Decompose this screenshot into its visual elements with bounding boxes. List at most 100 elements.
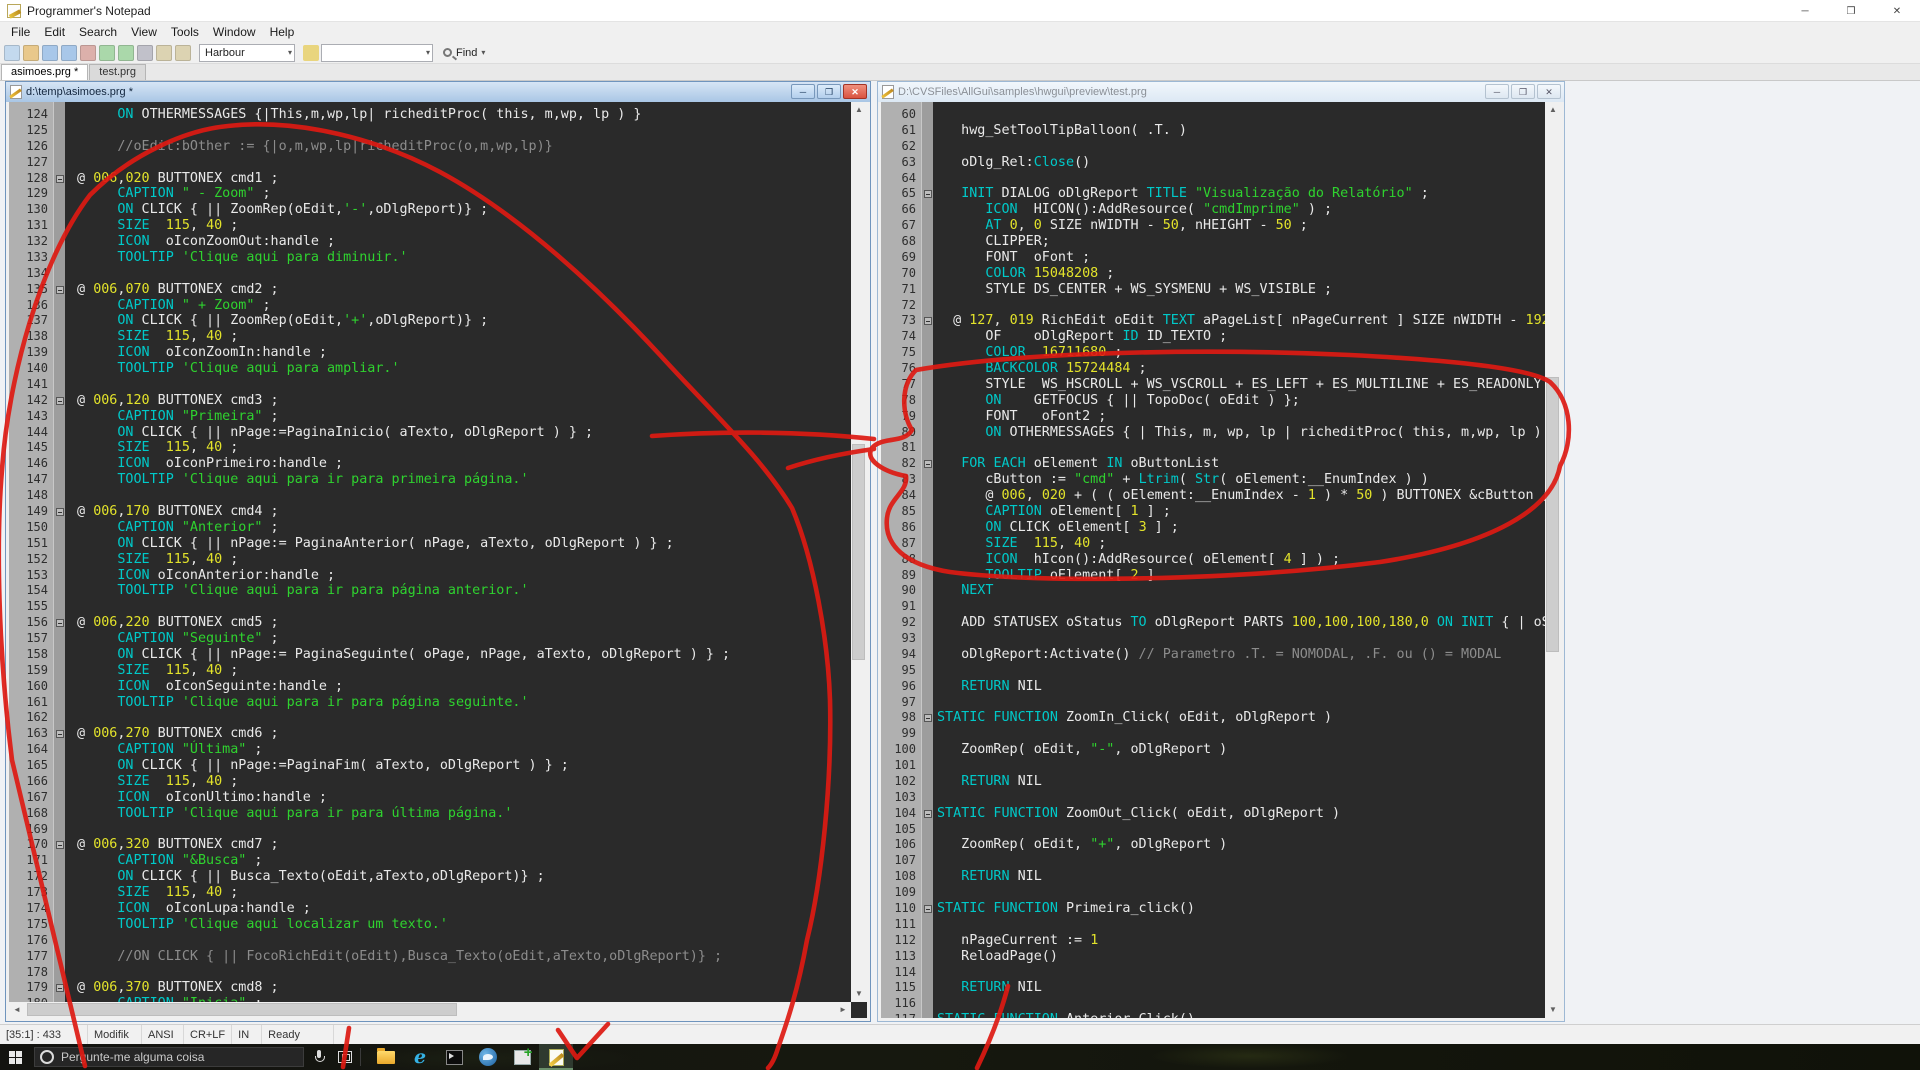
- code-line-124[interactable]: ON OTHERMESSAGES {|This,m,wp,lp| richedi…: [69, 107, 641, 122]
- horizontal-scrollbar-left[interactable]: ◄ ►: [9, 1002, 851, 1018]
- code-line-179[interactable]: @ 006,370 BUTTONEX cmd8 ;: [69, 980, 279, 995]
- code-line-84[interactable]: @ 006, 020 + ( ( oElement:__EnumIndex - …: [937, 488, 1545, 503]
- maximize-button[interactable]: ❒: [1828, 0, 1874, 22]
- open-file-icon[interactable]: [23, 45, 39, 61]
- code-line-88[interactable]: ICON hIcon():AddResource( oElement[ 4 ] …: [937, 552, 1340, 567]
- code-line-133[interactable]: TOOLTIP 'Clique aqui para diminuir.': [69, 250, 408, 265]
- task-view-icon[interactable]: [338, 1051, 352, 1063]
- code-line-151[interactable]: ON CLICK { || nPage:= PaginaAnterior( nP…: [69, 536, 674, 551]
- cut-icon[interactable]: [137, 45, 153, 61]
- code-line-117[interactable]: STATIC FUNCTION Anterior_Click(): [937, 1012, 1195, 1018]
- child-minimize-button[interactable]: ─: [1485, 84, 1509, 99]
- code-line-63[interactable]: oDlg_Rel:Close(): [937, 155, 1090, 170]
- code-line-75[interactable]: COLOR 16711680 ;: [937, 345, 1122, 360]
- code-line-158[interactable]: ON CLICK { || nPage:= PaginaSeguinte( oP…: [69, 647, 730, 662]
- code-line-76[interactable]: BACKCOLOR 15724484 ;: [937, 361, 1147, 376]
- child-titlebar-left[interactable]: d:\temp\asimoes.prg * ─ ❒ ✕: [6, 82, 870, 102]
- scroll-thumb[interactable]: [852, 444, 865, 660]
- code-line-102[interactable]: RETURN NIL: [937, 774, 1042, 789]
- command-prompt-icon[interactable]: [437, 1044, 471, 1070]
- code-line-163[interactable]: @ 006,270 BUTTONEX cmd6 ;: [69, 726, 279, 741]
- fold-marker-icon[interactable]: [924, 317, 932, 325]
- code-line-104[interactable]: STATIC FUNCTION ZoomOut_Click( oEdit, oD…: [937, 806, 1340, 821]
- tag-icon[interactable]: [303, 45, 319, 61]
- scroll-down-arrow[interactable]: ▼: [1545, 1002, 1561, 1018]
- code-line-131[interactable]: SIZE 115, 40 ;: [69, 218, 238, 233]
- notepad-plus-icon[interactable]: [505, 1044, 539, 1070]
- fold-marker-icon[interactable]: [56, 619, 64, 627]
- code-line-70[interactable]: COLOR 15048208 ;: [937, 266, 1114, 281]
- code-line-79[interactable]: FONT oFont2 ;: [937, 409, 1106, 424]
- editor-right[interactable]: 6061626364656667686970717273747576777879…: [881, 102, 1561, 1018]
- code-line-77[interactable]: STYLE WS_HSCROLL + WS_VSCROLL + ES_LEFT …: [937, 377, 1545, 392]
- scroll-right-arrow[interactable]: ►: [835, 1002, 851, 1018]
- code-line-86[interactable]: ON CLICK oElement[ 3 ] ;: [937, 520, 1179, 535]
- save-all-icon[interactable]: [61, 45, 77, 61]
- code-line-136[interactable]: CAPTION " + Zoom" ;: [69, 298, 271, 313]
- code-line-82[interactable]: FOR EACH oElement IN oButtonList: [937, 456, 1219, 471]
- fold-marker-icon[interactable]: [924, 714, 932, 722]
- code-line-130[interactable]: ON CLICK { || ZoomRep(oEdit,'-',oDlgRepo…: [69, 202, 488, 217]
- menu-edit[interactable]: Edit: [37, 23, 72, 41]
- fold-margin-right[interactable]: [921, 102, 933, 1018]
- code-area-left[interactable]: ON OTHERMESSAGES {|This,m,wp,lp| richedi…: [65, 102, 851, 1002]
- undo-icon[interactable]: [99, 45, 115, 61]
- child-restore-button[interactable]: ❒: [1511, 84, 1535, 99]
- fold-marker-icon[interactable]: [924, 905, 932, 913]
- code-line-175[interactable]: TOOLTIP 'Clique aqui localizar um texto.…: [69, 917, 448, 932]
- start-button[interactable]: [0, 1044, 30, 1070]
- code-line-68[interactable]: CLIPPER;: [937, 234, 1050, 249]
- code-line-129[interactable]: CAPTION " - Zoom" ;: [69, 186, 271, 201]
- menu-search[interactable]: Search: [72, 23, 124, 41]
- fold-marker-icon[interactable]: [56, 508, 64, 516]
- menu-help[interactable]: Help: [263, 23, 302, 41]
- code-line-147[interactable]: TOOLTIP 'Clique aqui para ir para primei…: [69, 472, 529, 487]
- code-line-142[interactable]: @ 006,120 BUTTONEX cmd3 ;: [69, 393, 279, 408]
- menu-file[interactable]: File: [4, 23, 37, 41]
- child-titlebar-right[interactable]: D:\CVSFiles\AllGui\samples\hwgui\preview…: [878, 82, 1564, 102]
- copy-icon[interactable]: [156, 45, 172, 61]
- code-line-140[interactable]: TOOLTIP 'Clique aqui para ampliar.': [69, 361, 400, 376]
- fold-marker-icon[interactable]: [924, 810, 932, 818]
- fold-margin-left[interactable]: [53, 102, 65, 1018]
- code-line-177[interactable]: //ON CLICK { || FocoRichEdit(oEdit),Busc…: [69, 949, 722, 964]
- scroll-thumb[interactable]: [1546, 377, 1559, 652]
- child-close-button[interactable]: ✕: [843, 84, 867, 99]
- code-line-161[interactable]: TOOLTIP 'Clique aqui para ir para página…: [69, 695, 529, 710]
- code-line-160[interactable]: ICON oIconSeguinte:handle ;: [69, 679, 343, 694]
- editor-window-test[interactable]: D:\CVSFiles\AllGui\samples\hwgui\preview…: [877, 81, 1565, 1022]
- code-area-right[interactable]: hwg_SetToolTipBalloon( .T. ) oDlg_Rel:Cl…: [933, 102, 1545, 1018]
- minimize-button[interactable]: ─: [1782, 0, 1828, 22]
- code-line-137[interactable]: ON CLICK { || ZoomRep(oEdit,'+',oDlgRepo…: [69, 313, 488, 328]
- save-icon[interactable]: [42, 45, 58, 61]
- fold-marker-icon[interactable]: [56, 397, 64, 405]
- microphone-icon[interactable]: [314, 1050, 324, 1064]
- code-line-174[interactable]: ICON oIconLupa:handle ;: [69, 901, 311, 916]
- code-line-153[interactable]: ICON oIconAnterior:handle ;: [69, 568, 335, 583]
- close-button[interactable]: ✕: [1874, 0, 1920, 22]
- code-line-98[interactable]: STATIC FUNCTION ZoomIn_Click( oEdit, oDl…: [937, 710, 1332, 725]
- code-line-145[interactable]: SIZE 115, 40 ;: [69, 440, 238, 455]
- fold-marker-icon[interactable]: [56, 286, 64, 294]
- scroll-up-arrow[interactable]: ▲: [851, 102, 867, 118]
- code-line-159[interactable]: SIZE 115, 40 ;: [69, 663, 238, 678]
- paste-icon[interactable]: [175, 45, 191, 61]
- new-file-icon[interactable]: [4, 45, 20, 61]
- fold-marker-icon[interactable]: [924, 460, 932, 468]
- code-line-85[interactable]: CAPTION oElement[ 1 ] ;: [937, 504, 1171, 519]
- code-line-173[interactable]: SIZE 115, 40 ;: [69, 885, 238, 900]
- edge-icon[interactable]: e: [403, 1044, 437, 1070]
- code-line-157[interactable]: CAPTION "Seguinte" ;: [69, 631, 279, 646]
- fold-marker-icon[interactable]: [56, 841, 64, 849]
- scroll-down-arrow[interactable]: ▼: [851, 986, 867, 1002]
- code-line-165[interactable]: ON CLICK { || nPage:=PaginaFim( aTexto, …: [69, 758, 569, 773]
- scroll-left-arrow[interactable]: ◄: [9, 1002, 25, 1018]
- code-line-164[interactable]: CAPTION "Última" ;: [69, 742, 263, 757]
- code-line-172[interactable]: ON CLICK { || Busca_Texto(oEdit,aTexto,o…: [69, 869, 545, 884]
- menu-tools[interactable]: Tools: [164, 23, 206, 41]
- menu-window[interactable]: Window: [206, 23, 263, 41]
- code-line-168[interactable]: TOOLTIP 'Clique aqui para ir para última…: [69, 806, 512, 821]
- code-line-166[interactable]: SIZE 115, 40 ;: [69, 774, 238, 789]
- cortana-search-box[interactable]: Pergunte-me alguma coisa: [34, 1047, 304, 1067]
- fold-marker-icon[interactable]: [56, 175, 64, 183]
